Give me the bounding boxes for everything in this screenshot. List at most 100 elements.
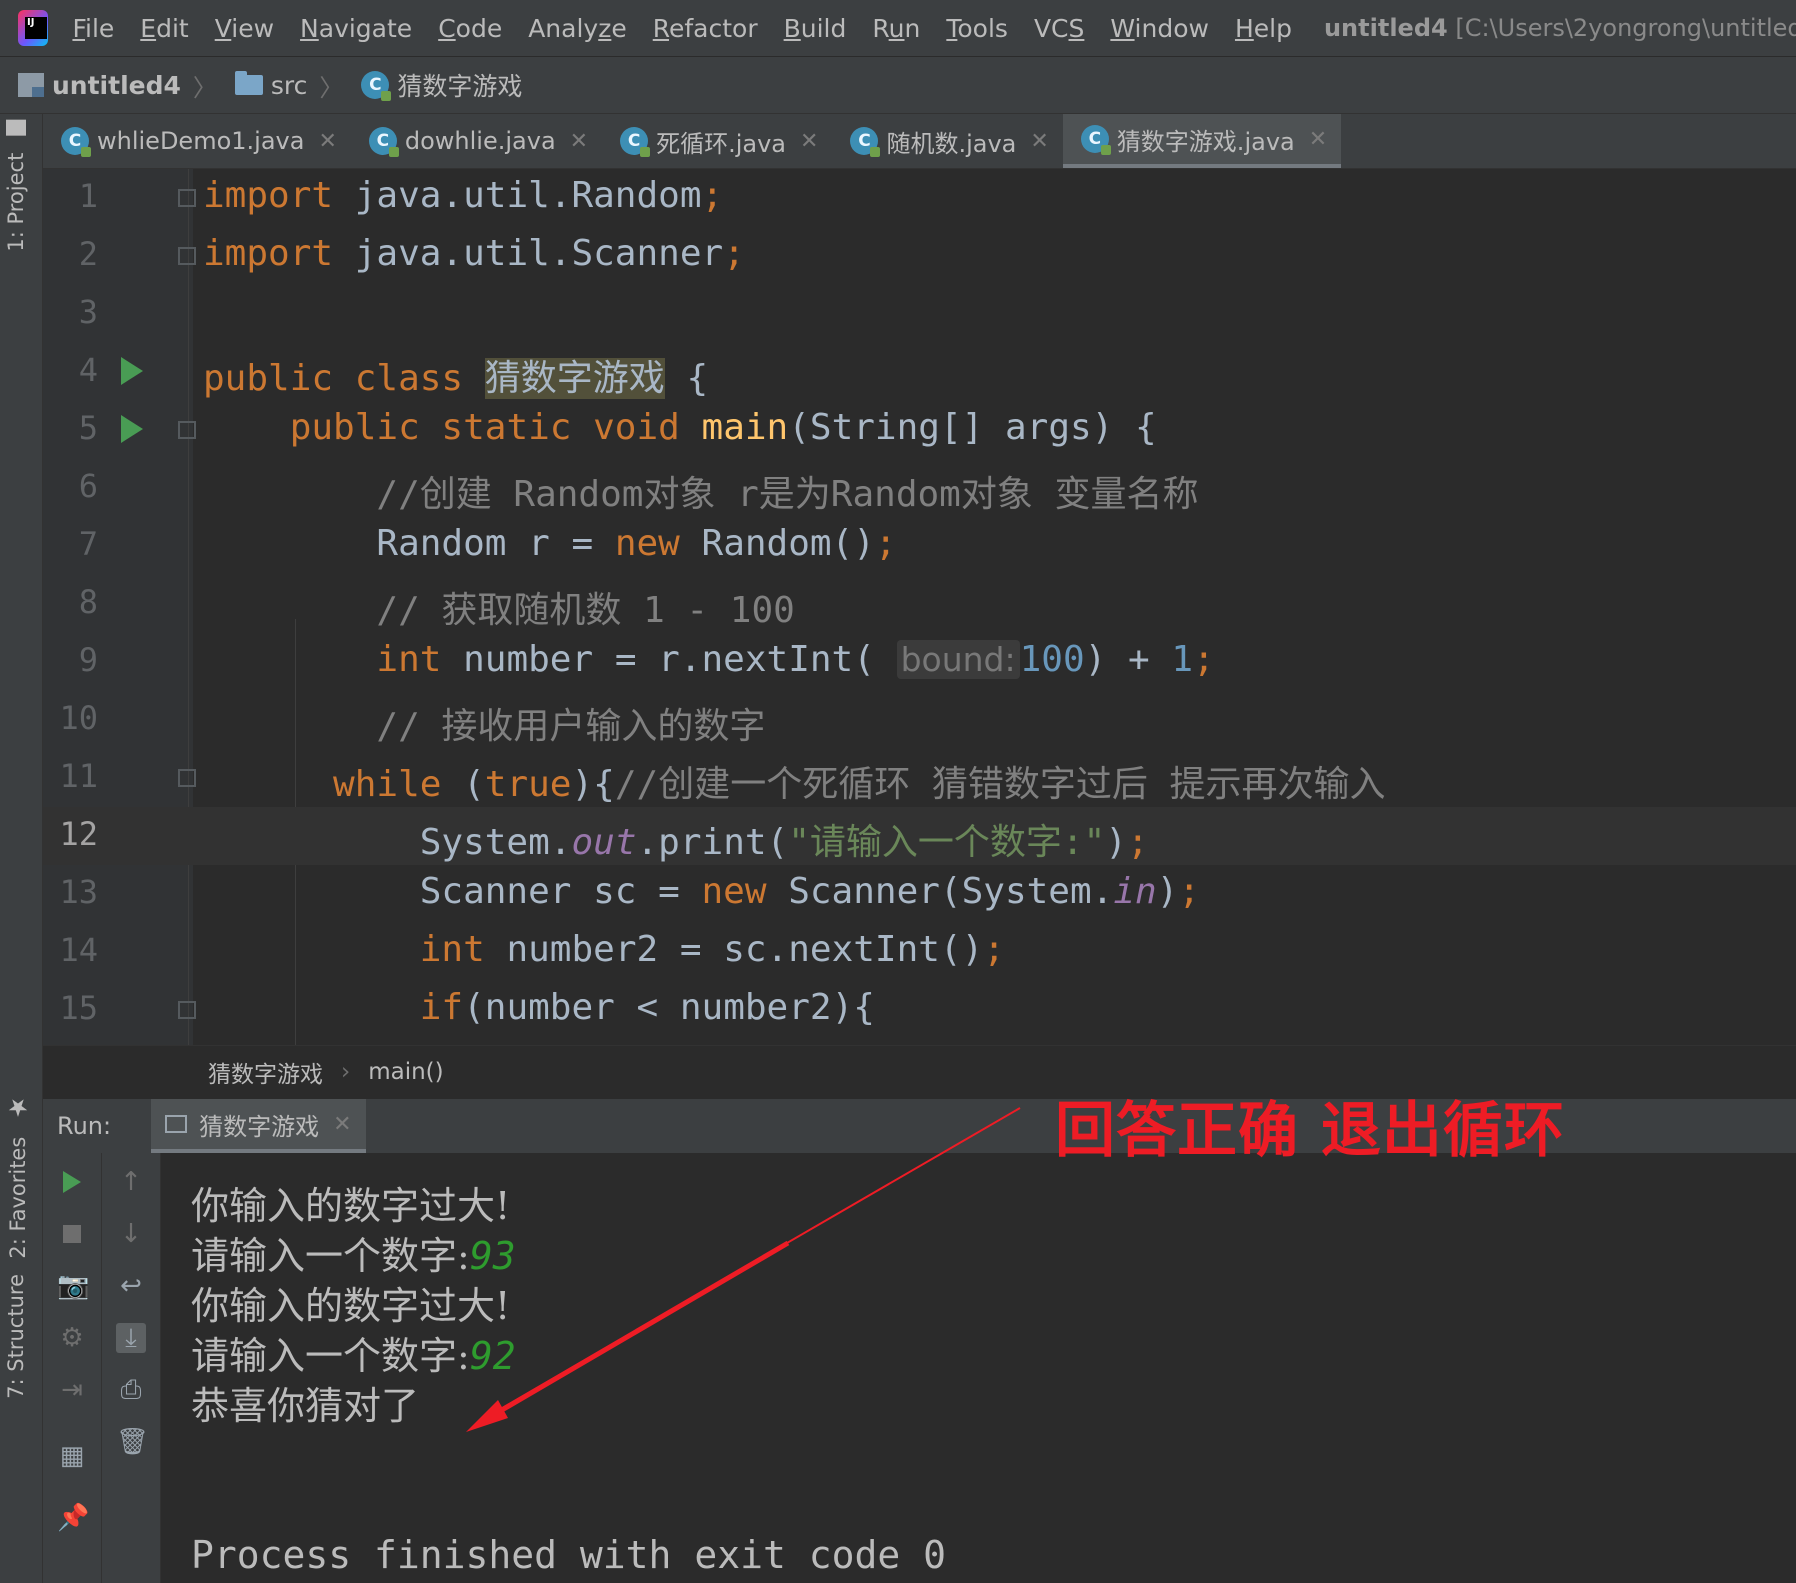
code-line-13: Scanner sc = new Scanner(System.in);	[203, 871, 1201, 912]
code-line-5: public static void main(String[] args) {	[289, 407, 1157, 448]
annotation-text: 回答正确 退出循环	[1055, 1096, 1565, 1166]
console-exit-line: Process finished with exit code 0	[191, 1533, 946, 1577]
line-number: 13	[59, 873, 98, 911]
code-line-14: int number2 = sc.nextInt();	[419, 929, 1005, 970]
menu-run[interactable]: Run	[872, 14, 920, 43]
menu-view[interactable]: View	[215, 14, 274, 43]
fold-icon[interactable]	[178, 1001, 196, 1019]
menu-edit[interactable]: Edit	[140, 14, 188, 43]
close-icon[interactable]: ✕	[1309, 127, 1327, 152]
code-editor[interactable]: 1 2 3 4 5 6 7 8 9 10 11 12 13 14 15 import java.util.R…	[43, 169, 1796, 1045]
menu-analyze[interactable]: Analyze	[528, 14, 627, 43]
camera-icon: 📷	[57, 1271, 90, 1301]
nav-crumb-src[interactable]: src 〉	[234, 68, 344, 103]
nav-crumb-file[interactable]: C 猜数字游戏	[361, 67, 522, 103]
console-line: 请输入一个数字:92	[191, 1325, 516, 1380]
layout-button[interactable]: ▦	[57, 1441, 87, 1471]
run-console[interactable]: 你输入的数字过大! 请输入一个数字:93 你输入的数字过大! 请输入一个数字:92 恭喜…	[161, 1153, 1796, 1583]
structure-tool-tab[interactable]: 7: Structure	[4, 1274, 28, 1399]
breadcrumb-method[interactable]: main()	[368, 1059, 443, 1085]
chevron-right-icon: ›	[341, 1059, 351, 1085]
line-number: 14	[59, 931, 98, 969]
console-output-text: 请输入一个数字:	[191, 1334, 470, 1378]
code-line-4: public class 猜数字游戏 {	[203, 358, 709, 399]
window-title-project: untitled4	[1323, 14, 1448, 42]
console-output-text: 请输入一个数字:	[191, 1234, 470, 1278]
run-gutter-icon[interactable]	[121, 415, 143, 443]
line-number: 5	[78, 409, 98, 447]
editor-tab-3[interactable]: C 死循环.java ✕	[602, 114, 832, 168]
editor-tab-label: 随机数.java	[886, 129, 1017, 158]
menu-window[interactable]: Window	[1110, 14, 1209, 43]
run-toolbar-secondary: ↑ ↓ ↩ ⤓ ⎙ 🗑	[102, 1153, 161, 1583]
editor-tab-5[interactable]: C 猜数字游戏.java ✕	[1062, 114, 1342, 168]
fold-icon[interactable]	[178, 189, 196, 207]
run-config-tab[interactable]: 猜数字游戏 ✕	[151, 1099, 366, 1153]
pin-icon: 📌	[57, 1503, 90, 1533]
code-line-6: //创建 Random对象 r是为Random对象 变量名称	[376, 474, 1199, 515]
fold-icon[interactable]	[178, 769, 196, 787]
structure-tool-tab-label: 7: Structure	[4, 1274, 28, 1399]
arrow-up-icon: ↑	[120, 1167, 142, 1197]
parameter-hint: bound:	[896, 640, 1020, 679]
gear-icon: ⚙	[60, 1323, 84, 1353]
print-button[interactable]: ⎙	[116, 1375, 146, 1405]
menu-vcs[interactable]: VCS	[1034, 14, 1084, 43]
left-tool-strip: 1: Project 2: Favorites ★ 7: Structure	[0, 114, 43, 1583]
fold-icon[interactable]	[178, 421, 196, 439]
menu-tools[interactable]: Tools	[946, 14, 1008, 43]
rerun-button[interactable]	[57, 1167, 87, 1197]
run-gutter-icon[interactable]	[121, 357, 143, 385]
menu-items: File Edit View Navigate Code Analyze Refactor B…	[72, 14, 1318, 43]
printer-icon: ⎙	[120, 1375, 142, 1405]
menu-help[interactable]: Help	[1235, 14, 1292, 43]
pin-button[interactable]: 📌	[57, 1503, 90, 1533]
favorites-tool-tab[interactable]: 2: Favorites ★	[4, 1094, 32, 1259]
close-icon[interactable]: ✕	[570, 129, 588, 154]
line-number: 9	[78, 641, 98, 679]
clear-button[interactable]: 🗑	[116, 1427, 149, 1457]
line-number: 2	[78, 235, 98, 273]
editor-tab-2[interactable]: Cdowhlie.java ✕	[351, 114, 602, 168]
settings-button[interactable]: ⚙	[57, 1323, 87, 1353]
down-button[interactable]: ↓	[116, 1219, 146, 1249]
java-class-icon: C	[368, 127, 399, 157]
line-number: 10	[59, 699, 98, 737]
java-class-icon: C	[1080, 125, 1111, 155]
nav-crumb-project-label: untitled4	[52, 70, 181, 100]
line-number: 6	[78, 467, 98, 505]
close-icon[interactable]: ✕	[318, 129, 336, 154]
close-icon[interactable]: ✕	[333, 1112, 351, 1137]
scroll-to-end-button[interactable]: ⤓	[116, 1323, 146, 1353]
nav-crumb-project[interactable]: untitled4 〉	[18, 68, 217, 103]
restore-layout-button[interactable]: ⇥	[57, 1375, 87, 1405]
menu-build[interactable]: Build	[784, 14, 847, 43]
stop-button[interactable]	[57, 1219, 87, 1249]
fold-icon[interactable]	[178, 247, 196, 265]
code-line-7: Random r = new Random();	[203, 523, 897, 564]
close-icon[interactable]: ✕	[1030, 129, 1048, 154]
menu-refactor[interactable]: Refactor	[653, 14, 758, 43]
project-tool-tab[interactable]: 1: Project	[4, 120, 28, 252]
console-line: 你输入的数字过大!	[191, 1275, 510, 1330]
line-number: 12	[59, 815, 98, 853]
console-line: 恭喜你猜对了	[191, 1375, 419, 1430]
breadcrumb-class[interactable]: 猜数字游戏	[208, 1055, 323, 1089]
chevron-right-icon: 〉	[319, 73, 344, 102]
dump-threads-button[interactable]: 📷	[57, 1271, 90, 1301]
window-title-path: [C:\Users\2yongrong\untitled4] - ...\	[1455, 14, 1796, 42]
layout-icon: ▦	[59, 1441, 85, 1471]
editor-tab-4[interactable]: C 随机数.java ✕	[832, 114, 1062, 168]
menu-navigate[interactable]: Navigate	[300, 14, 412, 43]
editor-tab-label: dowhlie.java	[404, 127, 556, 155]
menu-code[interactable]: Code	[438, 14, 502, 43]
console-icon	[165, 1115, 188, 1133]
editor-tab-1[interactable]: CwhlieDemo1.java ✕	[43, 114, 351, 168]
close-icon[interactable]: ✕	[800, 129, 818, 154]
run-toolbar-primary: 📷 ⚙ ⇥ ▦ 📌	[43, 1153, 102, 1583]
up-button[interactable]: ↑	[116, 1167, 146, 1197]
line-number: 8	[78, 583, 98, 621]
menu-file[interactable]: File	[72, 14, 114, 43]
run-label: Run:	[57, 1112, 112, 1140]
soft-wrap-button[interactable]: ↩	[116, 1271, 146, 1301]
